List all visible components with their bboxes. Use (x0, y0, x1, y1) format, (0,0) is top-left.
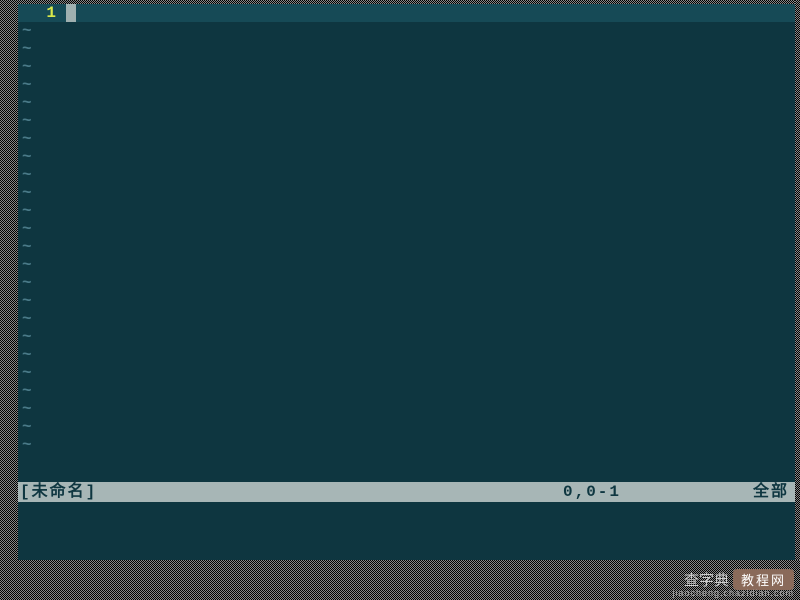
empty-line-tilde: ~ (18, 76, 795, 94)
status-filename: [未命名] (20, 482, 563, 502)
empty-line-tilde: ~ (18, 256, 795, 274)
empty-line-tilde: ~ (18, 418, 795, 436)
empty-line-tilde: ~ (18, 148, 795, 166)
status-bar: [未命名] 0,0-1 全部 (18, 482, 795, 502)
empty-line-tilde: ~ (18, 274, 795, 292)
empty-line-tilde: ~ (18, 112, 795, 130)
empty-line-tilde: ~ (18, 328, 795, 346)
buffer-text-area[interactable]: 1 (18, 4, 795, 22)
buffer-line-current[interactable]: 1 (18, 4, 795, 22)
empty-line-tilde: ~ (18, 238, 795, 256)
empty-line-tilde: ~ (18, 292, 795, 310)
empty-line-tilde: ~ (18, 94, 795, 112)
line-content[interactable] (66, 4, 795, 22)
empty-line-tilde: ~ (18, 58, 795, 76)
line-number: 1 (18, 4, 66, 22)
empty-line-tilde: ~ (18, 382, 795, 400)
empty-line-tilde: ~ (18, 220, 795, 238)
empty-line-tilde: ~ (18, 166, 795, 184)
vim-editor[interactable]: 1 ~~~~~~~~~~~~~~~~~~~~~~~~ [未命名] 0,0-1 全… (18, 4, 795, 560)
empty-line-tilde: ~ (18, 346, 795, 364)
empty-line-tilde: ~ (18, 184, 795, 202)
empty-line-tilde: ~ (18, 364, 795, 382)
empty-line-tilde: ~ (18, 22, 795, 40)
status-cursor-position: 0,0-1 (563, 482, 743, 502)
empty-line-tilde: ~ (18, 436, 795, 454)
empty-line-tilde: ~ (18, 202, 795, 220)
command-line-area[interactable] (18, 502, 795, 560)
empty-line-tilde: ~ (18, 130, 795, 148)
status-scroll-percent: 全部 (743, 482, 793, 502)
empty-buffer-area: ~~~~~~~~~~~~~~~~~~~~~~~~ (18, 22, 795, 482)
empty-line-tilde: ~ (18, 310, 795, 328)
empty-line-tilde: ~ (18, 40, 795, 58)
empty-line-tilde: ~ (18, 400, 795, 418)
text-cursor (66, 4, 76, 22)
